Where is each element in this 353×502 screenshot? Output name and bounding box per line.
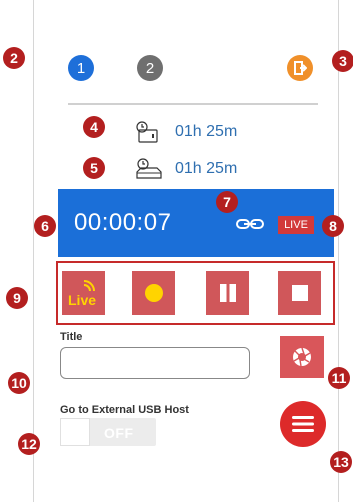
toggle-state-label: OFF — [104, 425, 134, 441]
sd-card-remaining-time: 01h 25m — [175, 123, 238, 140]
live-stream-icon: Live — [68, 280, 96, 308]
live-stream-label: Live — [68, 292, 96, 308]
callout-marker-7: 7 — [216, 191, 238, 213]
source-2-button[interactable]: 2 — [137, 55, 163, 81]
live-stream-button[interactable]: Live — [62, 271, 105, 315]
usb-drive-remaining-row: 01h 25m — [133, 157, 237, 181]
title-input[interactable] — [60, 347, 250, 379]
callout-marker-8: 8 — [322, 215, 344, 237]
callout-marker-4: 4 — [83, 116, 105, 138]
toggle-knob[interactable] — [60, 418, 90, 446]
sd-card-remaining-row: 01h 25m — [133, 120, 237, 144]
camera-shutter-icon — [293, 347, 311, 367]
usb-drive-remaining-time: 01h 25m — [175, 160, 238, 177]
record-button[interactable] — [132, 271, 175, 315]
elapsed-time: 00:00:07 — [74, 209, 172, 236]
divider — [68, 103, 318, 105]
menu-button[interactable] — [280, 401, 326, 447]
usb-host-label: Go to External USB Host — [60, 404, 189, 416]
stop-button[interactable] — [278, 271, 321, 315]
pause-icon — [219, 284, 236, 302]
title-label: Title — [60, 331, 83, 343]
callout-marker-11: 11 — [328, 367, 350, 389]
callout-marker-2: 2 — [3, 47, 25, 69]
hamburger-menu-icon — [292, 416, 314, 432]
callout-marker-12: 12 — [18, 433, 40, 455]
live-status-badge: LIVE — [278, 216, 314, 234]
pause-button[interactable] — [206, 271, 249, 315]
usb-host-toggle[interactable]: OFF — [60, 418, 156, 446]
link-icon — [236, 219, 264, 229]
recording-timer-bar: 00:00:07 LIVE — [58, 189, 334, 257]
sd-card-timer-icon — [136, 121, 158, 143]
callout-marker-10: 10 — [8, 372, 30, 394]
exit-icon — [294, 61, 307, 75]
callout-marker-6: 6 — [34, 215, 56, 237]
snapshot-button[interactable] — [280, 336, 324, 378]
callout-marker-13: 13 — [330, 451, 352, 473]
recording-controls: Live — [56, 261, 335, 325]
callout-marker-3: 3 — [332, 50, 353, 72]
callout-marker-5: 5 — [83, 157, 105, 179]
usb-drive-timer-icon — [136, 158, 162, 179]
record-icon — [144, 284, 163, 302]
source-1-button[interactable]: 1 — [68, 55, 94, 81]
callout-marker-9: 9 — [6, 287, 28, 309]
exit-button[interactable] — [287, 55, 313, 81]
stop-icon — [291, 285, 308, 301]
